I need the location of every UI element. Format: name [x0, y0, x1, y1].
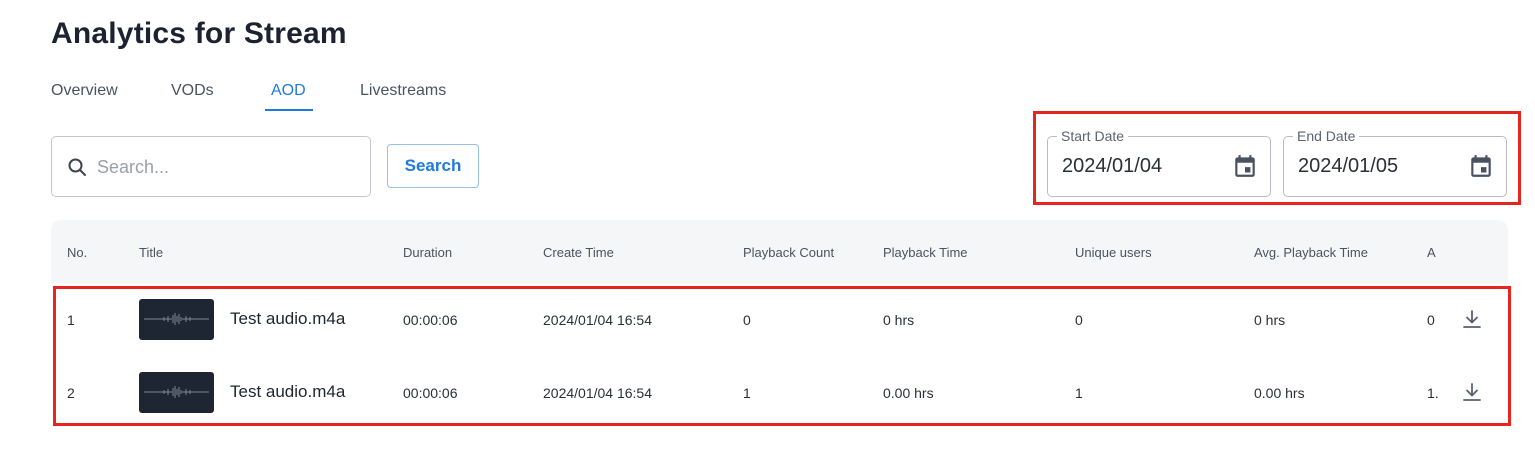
page-title: Analytics for Stream — [51, 17, 347, 50]
column-header-title: Title — [139, 245, 164, 260]
column-header-duration: Duration — [403, 245, 453, 260]
column-header-a: A — [1427, 245, 1436, 260]
search-icon — [68, 158, 86, 176]
column-header-playback-time: Playback Time — [883, 245, 968, 260]
column-header-no: No. — [67, 245, 88, 260]
tab-vods[interactable]: VODs — [171, 82, 214, 100]
column-header-playback-count: Playback Count — [743, 245, 835, 260]
tab-overview[interactable]: Overview — [51, 82, 118, 100]
column-header-create-time: Create Time — [543, 245, 614, 260]
date-range-highlight — [1033, 111, 1521, 205]
search-button[interactable]: Search — [387, 144, 479, 188]
tab-livestreams[interactable]: Livestreams — [360, 82, 446, 100]
column-header-unique-users: Unique users — [1075, 245, 1152, 260]
search-input[interactable] — [97, 149, 357, 185]
search-box[interactable] — [51, 136, 371, 197]
table-header: No. Title Duration Create Time Playback … — [51, 220, 1508, 284]
column-header-avg-playback-time: Avg. Playback Time — [1254, 245, 1368, 260]
tab-aod[interactable]: AOD — [271, 82, 306, 100]
active-tab-indicator — [265, 109, 313, 111]
table-rows-highlight — [53, 286, 1511, 426]
